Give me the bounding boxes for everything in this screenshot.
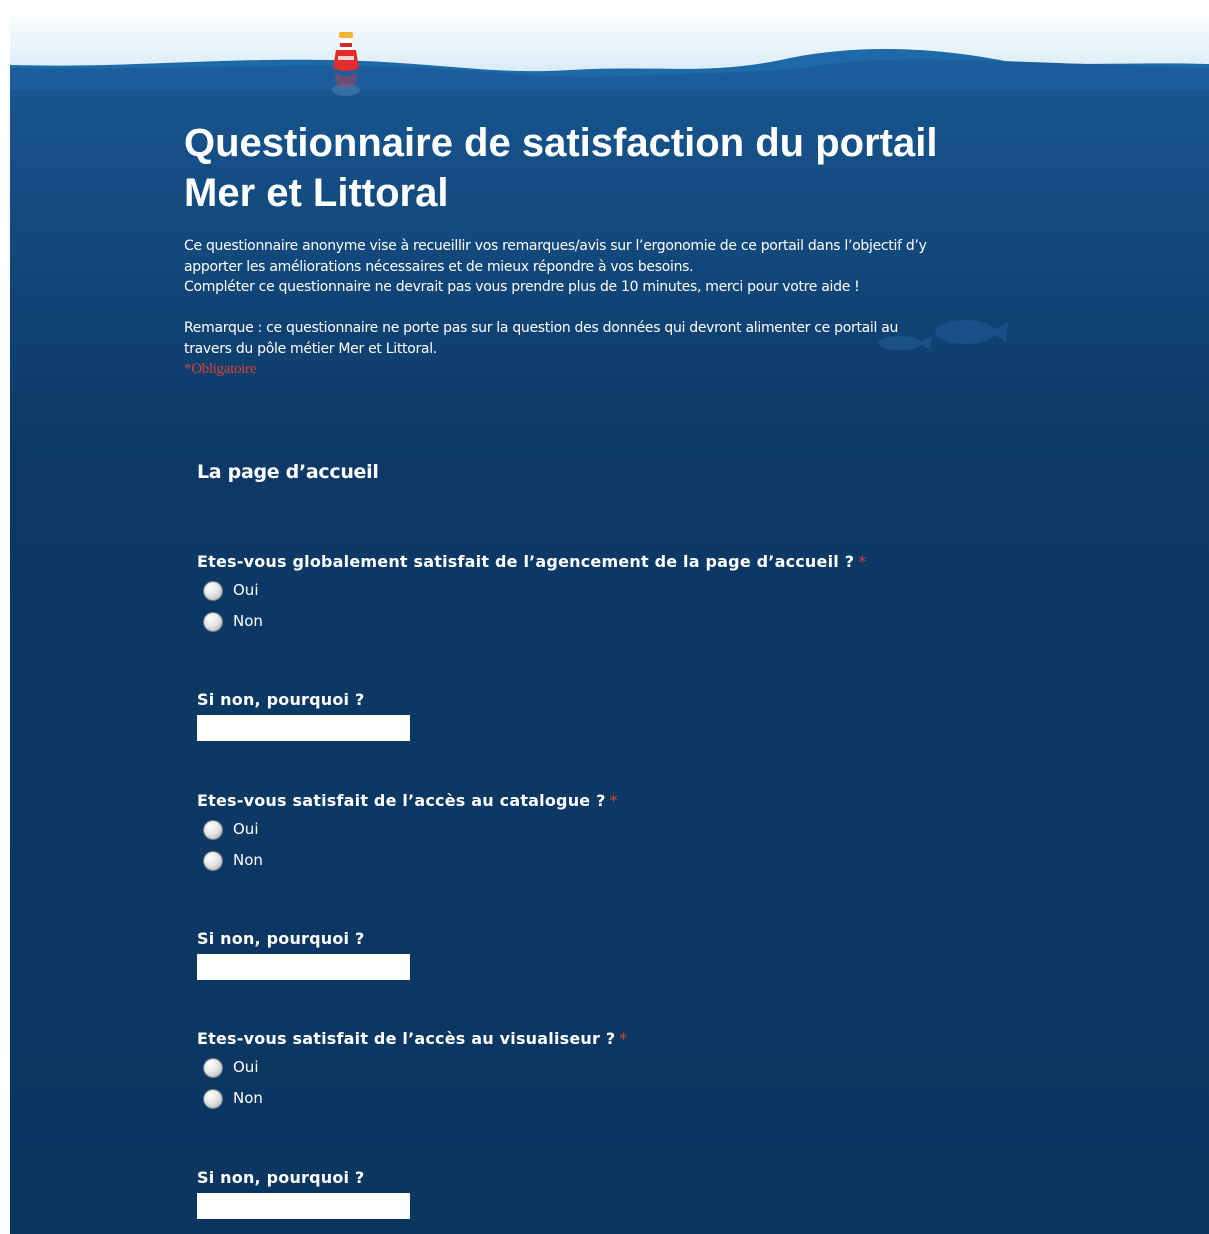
option-label: Oui [233,580,259,599]
description-line: Ce questionnaire anonyme vise à recueill… [184,238,927,254]
question-why-not-catalog: Si non, pourquoi ? [197,927,997,980]
description-line: Compléter ce questionnaire ne devrait pa… [184,279,860,295]
question-viewer-access: Etes-vous satisfait de l’accès au visual… [197,1027,997,1113]
question-label: Etes-vous globalement satisfait de l’age… [197,550,997,574]
why-not-input[interactable] [197,954,410,980]
question-label: Si non, pourquoi ? [197,929,365,948]
option-label: Non [233,1088,263,1107]
radio-button[interactable] [204,1059,222,1077]
description-line: apporter les améliorations nécessaires e… [184,258,694,275]
required-note: *Obligatoire [184,361,257,377]
option-label: Oui [233,819,259,838]
question-catalog-access: Etes-vous satisfait de l’accès au catalo… [197,789,997,875]
buoy-icon [332,32,360,96]
required-star: * [609,791,618,810]
question-text: Etes-vous globalement satisfait de l’age… [197,552,855,571]
form-title: Questionnaire de satisfaction du portail… [184,118,1014,218]
remark-line: Remarque : ce questionnaire ne porte pas… [184,320,899,336]
why-not-input[interactable] [197,715,410,741]
question-text: Etes-vous satisfait de l’accès au catalo… [197,791,606,810]
option-non[interactable]: Non [204,605,997,636]
form-page: Questionnaire de satisfaction du portail… [10,10,1209,1234]
radio-button[interactable] [204,1090,222,1108]
required-star: * [858,552,867,571]
option-label: Non [233,850,263,869]
question-label: Etes-vous satisfait de l’accès au visual… [197,1027,997,1051]
section-title: La page d’accueil [197,461,379,483]
question-label: Etes-vous satisfait de l’accès au catalo… [197,789,997,813]
form-title-line: Questionnaire de satisfaction du portail [184,121,938,165]
question-why-not-homepage: Si non, pourquoi ? [197,688,997,741]
question-homepage-layout: Etes-vous globalement satisfait de l’age… [197,550,997,636]
option-oui[interactable]: Oui [204,1051,997,1082]
form-title-line: Mer et Littoral [184,171,449,215]
required-star: * [619,1029,628,1048]
option-label: Non [233,611,263,630]
form-description: Ce questionnaire anonyme vise à recueill… [184,236,1014,379]
option-label: Oui [233,1057,259,1076]
question-label: Si non, pourquoi ? [197,1168,365,1187]
option-oui[interactable]: Oui [204,813,997,844]
radio-button[interactable] [204,821,222,839]
sea-surface-banner [10,10,1209,90]
form-header: Questionnaire de satisfaction du portail… [184,118,1014,379]
why-not-input[interactable] [197,1193,410,1219]
option-oui[interactable]: Oui [204,574,997,605]
question-why-not-viewer: Si non, pourquoi ? [197,1166,997,1219]
option-non[interactable]: Non [204,844,997,875]
remark-line: travers du pôle métier Mer et Littoral. [184,340,437,357]
option-non[interactable]: Non [204,1082,997,1113]
question-label: Si non, pourquoi ? [197,690,365,709]
question-text: Etes-vous satisfait de l’accès au visual… [197,1029,616,1048]
radio-button[interactable] [204,613,222,631]
description-gap [184,298,1014,319]
radio-button[interactable] [204,852,222,870]
radio-button[interactable] [204,582,222,600]
